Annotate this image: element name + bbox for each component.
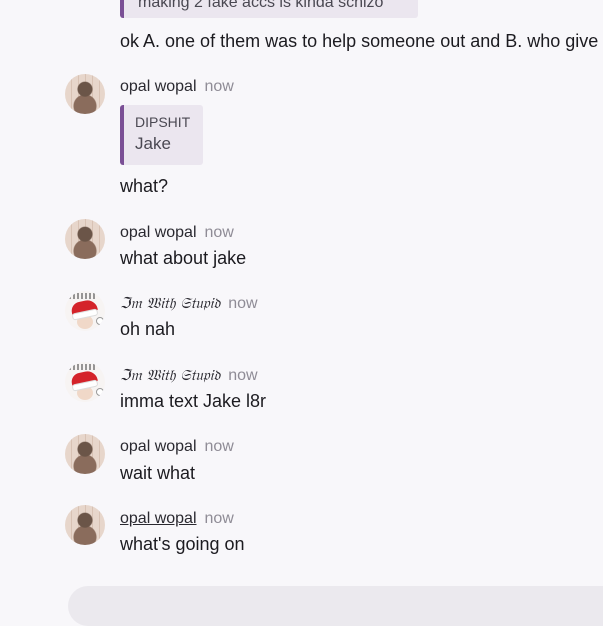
author-name[interactable]: ℑ𝔪 𝔚𝔦𝔱𝔥 𝔖𝔱𝔲𝔭𝔦𝔡 bbox=[120, 366, 220, 384]
avatar-caption bbox=[69, 293, 97, 299]
author-name[interactable]: ℑ𝔪 𝔚𝔦𝔱𝔥 𝔖𝔱𝔲𝔭𝔦𝔡 bbox=[120, 294, 220, 312]
message-text: imma text Jake l8r bbox=[120, 391, 267, 411]
reply-embed[interactable]: DIPSHIT Jake bbox=[120, 105, 203, 165]
timestamp: now bbox=[228, 367, 258, 384]
reply-title: DIPSHIT bbox=[135, 114, 191, 130]
timestamp: now bbox=[204, 510, 234, 527]
message-header: opal wopal now bbox=[120, 436, 234, 456]
message-text: wait what bbox=[120, 463, 196, 483]
quoted-message[interactable]: making 2 fake accs is kinda schizo bbox=[120, 0, 418, 18]
author-name[interactable]: opal wopal bbox=[120, 224, 197, 241]
message-composer[interactable] bbox=[68, 586, 603, 626]
message-text: what? bbox=[120, 176, 169, 196]
timestamp: now bbox=[228, 295, 258, 312]
message-text: oh nah bbox=[120, 319, 176, 339]
message-text: what's going on bbox=[120, 534, 245, 554]
message-header: opal wopal now bbox=[120, 222, 234, 242]
message-header: opal wopal now bbox=[120, 76, 234, 96]
avatar-caption bbox=[69, 364, 97, 370]
author-name[interactable]: opal wopal bbox=[120, 510, 197, 527]
message-text: what about jake bbox=[120, 248, 247, 268]
timestamp: now bbox=[204, 224, 234, 241]
author-name[interactable]: opal wopal bbox=[120, 438, 197, 455]
timestamp: now bbox=[204, 438, 234, 455]
hat-pom bbox=[96, 317, 104, 325]
timestamp: now bbox=[204, 78, 234, 95]
avatar[interactable] bbox=[65, 219, 105, 259]
avatar[interactable] bbox=[65, 434, 105, 474]
reply-body: Jake bbox=[135, 134, 171, 153]
message-header: ℑ𝔪 𝔚𝔦𝔱𝔥 𝔖𝔱𝔲𝔭𝔦𝔡 now bbox=[120, 365, 258, 385]
avatar[interactable] bbox=[65, 74, 105, 114]
message-text: ok A. one of them was to help someone ou… bbox=[120, 31, 599, 51]
avatar[interactable] bbox=[65, 362, 105, 402]
avatar[interactable] bbox=[65, 291, 105, 331]
author-name[interactable]: opal wopal bbox=[120, 78, 197, 95]
message-header: ℑ𝔪 𝔚𝔦𝔱𝔥 𝔖𝔱𝔲𝔭𝔦𝔡 now bbox=[120, 293, 258, 313]
hat-pom bbox=[96, 388, 104, 396]
message-header: opal wopal now bbox=[120, 508, 234, 528]
avatar[interactable] bbox=[65, 505, 105, 545]
quoted-text: making 2 fake accs is kinda schizo bbox=[138, 0, 384, 11]
